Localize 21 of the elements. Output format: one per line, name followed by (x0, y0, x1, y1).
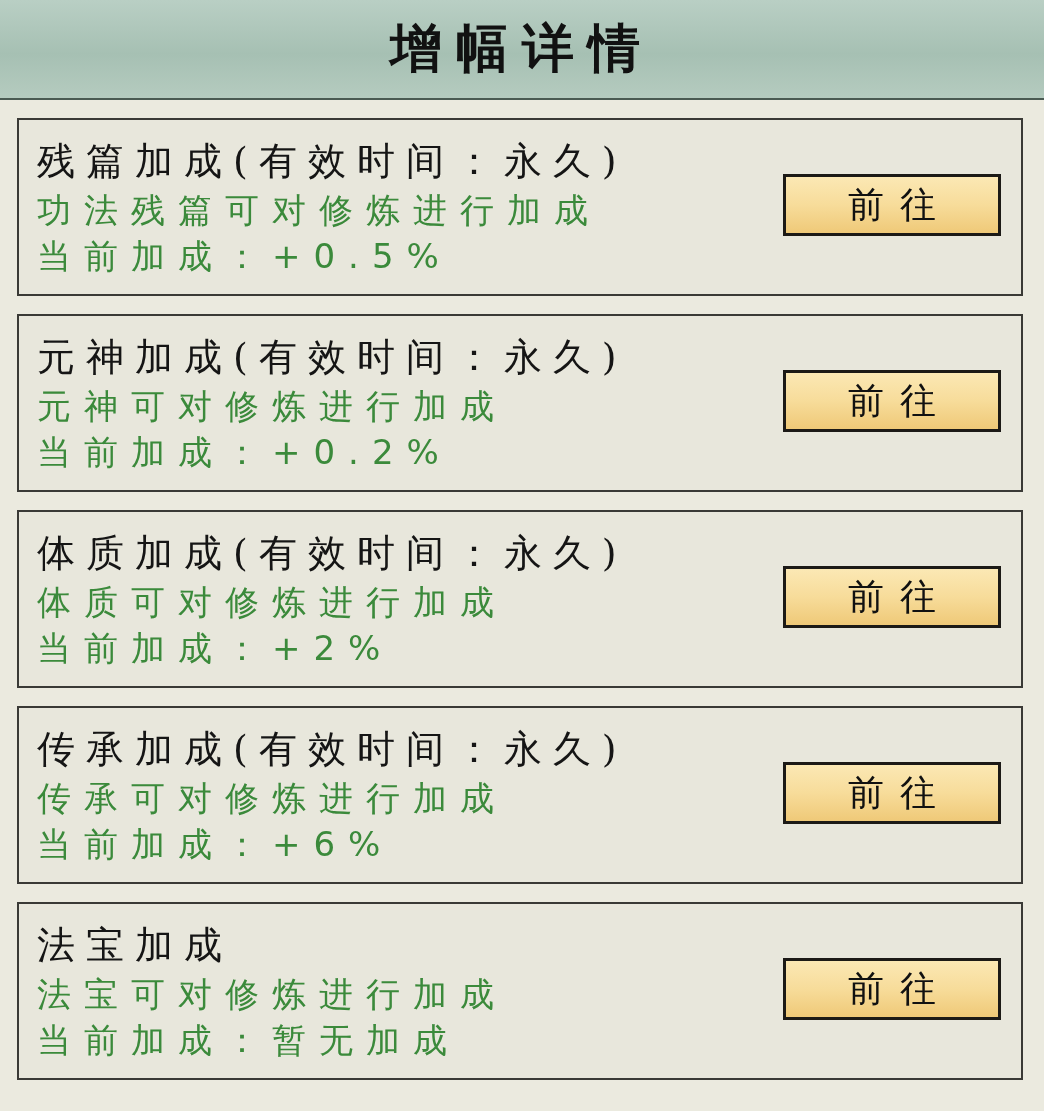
bonus-description: 体质可对修炼进行加成 (37, 581, 507, 624)
bonus-value: 当前加成：+0.5% (37, 235, 452, 278)
bonus-title: 体质加成(有效时间：永久) (37, 530, 628, 577)
bonus-value: 当前加成：+2% (37, 627, 394, 670)
go-button[interactable]: 前往 (783, 174, 1001, 236)
bonus-description: 传承可对修炼进行加成 (37, 777, 507, 820)
bonus-value: 当前加成：+0.2% (37, 431, 452, 474)
bonus-description: 元神可对修炼进行加成 (37, 385, 507, 428)
bonus-title: 残篇加成(有效时间：永久) (37, 138, 628, 185)
go-button[interactable]: 前往 (783, 370, 1001, 432)
bonus-description: 功法残篇可对修炼进行加成 (37, 189, 601, 232)
bonus-title: 法宝加成 (37, 922, 233, 969)
page-title: 增幅详情 (390, 16, 654, 80)
bonus-value: 当前加成：+6% (37, 823, 394, 866)
go-button[interactable]: 前往 (783, 566, 1001, 628)
bonus-title: 元神加成(有效时间：永久) (37, 334, 628, 381)
bonus-description: 法宝可对修炼进行加成 (37, 973, 507, 1016)
bonus-value: 当前加成：暂无加成 (37, 1019, 460, 1062)
go-button[interactable]: 前往 (783, 958, 1001, 1020)
go-button[interactable]: 前往 (783, 762, 1001, 824)
bonus-title: 传承加成(有效时间：永久) (37, 726, 628, 773)
